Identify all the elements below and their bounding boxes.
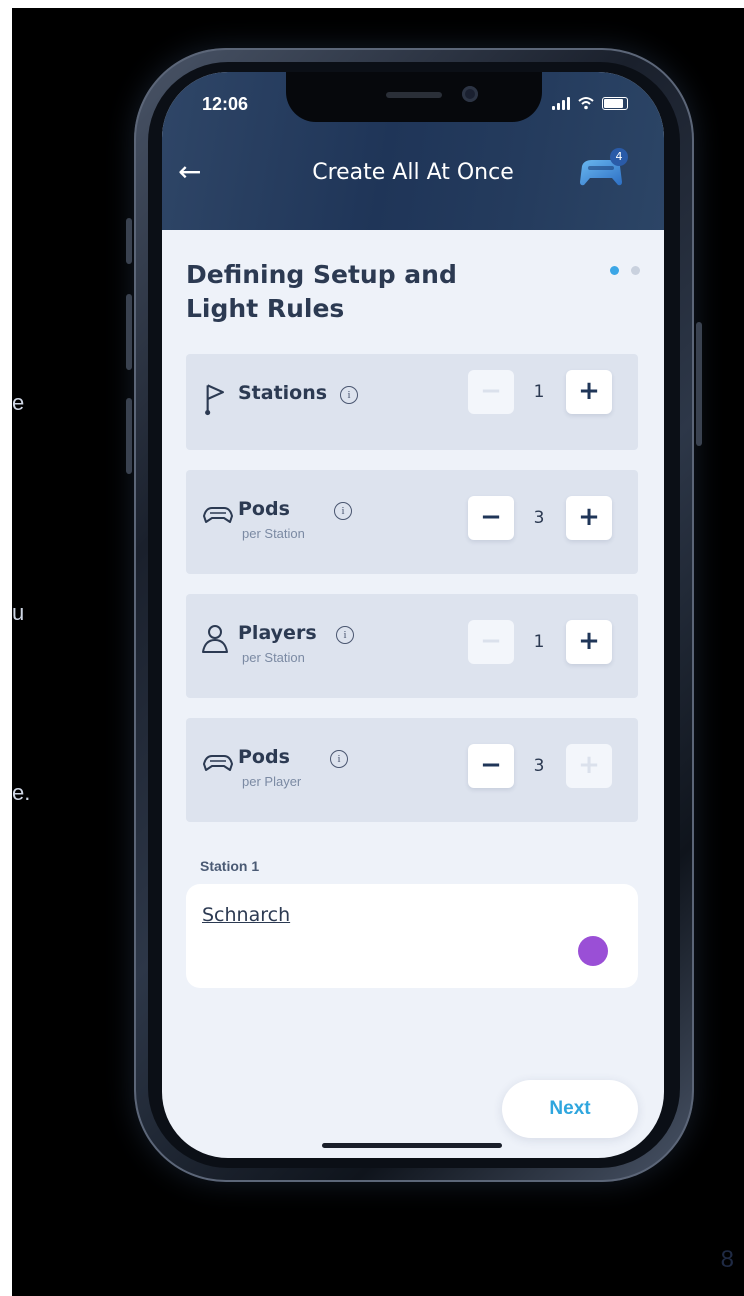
stepper-row-players-per-station: Players per Station i − 1 + <box>186 594 638 698</box>
stepper-label: Pods <box>238 746 290 768</box>
stepper-row-pods-per-player: Pods per Player i − 3 + <box>186 718 638 822</box>
increment-button[interactable]: + <box>566 370 612 414</box>
pod-icon <box>203 507 233 523</box>
stepper-label: Pods <box>238 498 290 520</box>
stepper-value: 3 <box>533 756 545 776</box>
user-icon <box>202 625 228 653</box>
speaker-grille <box>386 92 442 98</box>
station-card[interactable]: Schnarch <box>186 884 638 988</box>
controller-badge: 4 <box>610 148 628 166</box>
stepper-row-stations: Stations i − 1 + <box>186 354 638 450</box>
stepper-label: Stations <box>238 382 328 404</box>
decrement-button[interactable]: − <box>468 620 514 664</box>
decrement-button[interactable]: − <box>468 496 514 540</box>
stepper-sublabel: per Station <box>242 650 305 665</box>
pagination-dot-active <box>610 266 619 275</box>
pagination-dot <box>631 266 640 275</box>
pod-icon <box>203 755 233 771</box>
battery-icon <box>602 96 628 110</box>
home-indicator <box>322 1143 502 1148</box>
increment-button[interactable]: + <box>566 496 612 540</box>
status-icons <box>552 96 628 110</box>
phone-volume-up <box>126 294 132 370</box>
station-color-swatch[interactable] <box>578 936 608 966</box>
stepper-sublabel: per Station <box>242 526 305 541</box>
pagination-dots <box>610 266 640 275</box>
front-camera <box>462 86 478 102</box>
decrement-button[interactable]: − <box>468 744 514 788</box>
increment-button[interactable]: + <box>566 620 612 664</box>
stepper-row-pods-per-station: Pods per Station i − 3 + <box>186 470 638 574</box>
increment-button[interactable]: + <box>566 744 612 788</box>
side-text-fragment: e. <box>12 780 31 805</box>
stepper-value: 1 <box>533 382 545 402</box>
stepper-label: Players <box>238 622 317 644</box>
page-title: Defining Setup and Light Rules <box>186 260 457 323</box>
next-button[interactable]: Next <box>502 1080 638 1138</box>
wifi-icon <box>578 97 594 110</box>
phone-power-button <box>696 322 702 446</box>
side-text-fragment: e <box>12 390 25 415</box>
stepper-value: 1 <box>533 632 545 652</box>
signal-icon <box>552 96 570 110</box>
page-content: Defining Setup and Light Rules <box>186 258 640 326</box>
info-icon[interactable]: i <box>334 502 352 520</box>
phone-volume-down <box>126 398 132 474</box>
info-icon[interactable]: i <box>330 750 348 768</box>
flag-icon <box>205 384 225 416</box>
slide-page-number: 8 <box>720 1246 734 1273</box>
info-icon[interactable]: i <box>340 386 358 404</box>
status-time: 12:06 <box>202 94 249 114</box>
station-name-link[interactable]: Schnarch <box>202 904 290 926</box>
decrement-button[interactable]: − <box>468 370 514 414</box>
app-screen: 12:06 ← Create All At Once 4 Defining Se… <box>162 72 664 1158</box>
stepper-sublabel: per Player <box>242 774 302 789</box>
phone-mute-switch <box>126 218 132 264</box>
stepper-value: 3 <box>533 508 545 528</box>
info-icon[interactable]: i <box>336 626 354 644</box>
station-section-label: Station 1 <box>200 858 260 874</box>
app-header: 12:06 ← Create All At Once 4 <box>162 72 664 230</box>
side-text-fragment: u <box>12 600 25 625</box>
phone-notch <box>286 72 542 122</box>
